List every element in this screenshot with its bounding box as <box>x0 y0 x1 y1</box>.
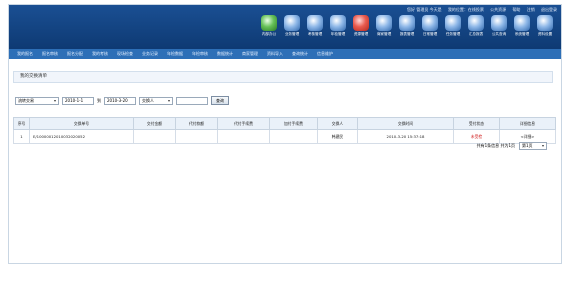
nav-item[interactable]: 年检审核 <box>190 49 210 59</box>
chevron-down-icon: ▾ <box>541 143 544 148</box>
exchange-time: 2010-3-20 15:37:18 <box>357 129 454 144</box>
toolbar-item-label: 日常管理 <box>422 32 438 36</box>
toolbar-item-label: 商家管理 <box>376 32 392 36</box>
cell <box>133 129 176 144</box>
module-icon <box>399 15 415 31</box>
nav-item[interactable]: 信息维护 <box>315 49 335 59</box>
toolbar-item[interactable]: 报表管理 <box>397 15 417 37</box>
exchanger-name: 韩建民 <box>317 129 358 144</box>
column-header: 代付款额 <box>175 117 218 130</box>
nav-item[interactable]: 查询统计 <box>290 49 310 59</box>
toolbar-item[interactable]: 业务管理 <box>282 15 302 37</box>
module-toolbar: 内部办公 业务管理 考核管理 年检管理 资源管理 商家管理 报表管理 日常管理 任务管理 汇总报表… <box>259 15 555 37</box>
pager-summary: 共有1条信息 共为1页 <box>476 143 515 148</box>
module-icon <box>537 15 553 31</box>
toolbar-item[interactable]: 系统管理 <box>512 15 532 37</box>
date-to-field[interactable]: 2010-3-20 <box>104 96 136 105</box>
header-bar: 您好 管理员 今天是 我的位置：在线投票 公共资源 帮助 注销 退出登录 内部办… <box>9 5 561 49</box>
toolbar-item[interactable]: 资料设置 <box>535 15 555 37</box>
column-header: 代付手续费 <box>217 117 270 130</box>
top-link[interactable]: 帮助 <box>512 7 520 12</box>
column-header: 详细信息 <box>499 117 556 130</box>
pagination: 共有1条信息 共为1页 第1页 ▾ <box>477 142 547 150</box>
cell <box>217 129 270 144</box>
top-link[interactable]: 您好 管理员 今天是 <box>407 7 442 12</box>
module-icon <box>261 15 277 31</box>
toolbar-item-label: 年检管理 <box>330 32 346 36</box>
status-select[interactable]: 交换人 ▾ <box>139 96 173 105</box>
toolbar-item-label: 资源管理 <box>353 32 369 36</box>
module-icon <box>376 15 392 31</box>
toolbar-item-label: 资料设置 <box>537 32 553 36</box>
nav-item[interactable]: 资料导入 <box>265 49 285 59</box>
exchange-number: E/10000012010032020052 <box>29 129 134 144</box>
date-from-field[interactable]: 2010-1-1 <box>62 96 94 105</box>
nav-item[interactable]: 商家管理 <box>240 49 260 59</box>
toolbar-item[interactable]: 年检管理 <box>328 15 348 37</box>
module-icon <box>307 15 323 31</box>
table-row: 1 E/10000012010032020052 韩建民 2010-3-20 1… <box>13 129 556 144</box>
toolbar-item[interactable]: 资源管理 <box>351 15 371 37</box>
column-header: 交付金额 <box>133 117 176 130</box>
column-header: 交换人 <box>317 117 358 130</box>
date-range-label: 到 <box>97 97 101 103</box>
keyword-input[interactable] <box>176 96 208 105</box>
column-header: 交换时间 <box>357 117 454 130</box>
toolbar-item[interactable]: 内部办公 <box>259 15 279 37</box>
cell <box>175 129 218 144</box>
module-icon <box>491 15 507 31</box>
module-icon <box>445 15 461 31</box>
search-button[interactable]: 查询 <box>211 96 229 105</box>
module-icon <box>284 15 300 31</box>
toolbar-item[interactable]: 日常管理 <box>420 15 440 37</box>
toolbar-item-label: 报表管理 <box>399 32 415 36</box>
toolbar-item-label: 任务管理 <box>445 32 461 36</box>
module-icon <box>514 15 530 31</box>
page-title: 我的交换清单 <box>13 71 553 83</box>
toolbar-item[interactable]: 任务管理 <box>443 15 463 37</box>
column-header: 交换单号 <box>29 117 134 130</box>
nav-item[interactable]: 年检数据 <box>165 49 185 59</box>
main-nav: 我的报名 报名审核 报名分配 我的考核 现场检查 业务记录 年检数据 年检审核 数据统计 商家管理… <box>9 49 561 59</box>
toolbar-item-label: 考核管理 <box>307 32 323 36</box>
exchange-table: 序号 交换单号 交付金额 代付款额 代付手续费 加付手续费 交换人 交换时间 受… <box>13 117 556 144</box>
module-icon <box>330 15 346 31</box>
nav-item[interactable]: 我的报名 <box>15 49 35 59</box>
toolbar-item[interactable]: 商家管理 <box>374 15 394 37</box>
module-icon <box>353 15 369 31</box>
nav-item[interactable]: 我的考核 <box>90 49 110 59</box>
type-select[interactable]: 流转交易 ▾ <box>15 96 59 105</box>
top-link[interactable]: 退出登录 <box>541 7 557 12</box>
chevron-down-icon: ▾ <box>167 97 170 103</box>
module-icon <box>422 15 438 31</box>
nav-item[interactable]: 数据统计 <box>215 49 235 59</box>
module-icon <box>468 15 484 31</box>
column-header: 受付状态 <box>453 117 500 130</box>
toolbar-item-label: 系统管理 <box>514 32 530 36</box>
toolbar-item[interactable]: 考核管理 <box>305 15 325 37</box>
top-link[interactable]: 注销 <box>527 7 535 12</box>
column-header: 加付手续费 <box>269 117 318 130</box>
toolbar-item-label: 内部办公 <box>261 32 277 36</box>
toolbar-item-label: 公共查询 <box>491 32 507 36</box>
top-link[interactable]: 我的位置：在线投票 <box>448 7 484 12</box>
nav-item[interactable]: 报名审核 <box>40 49 60 59</box>
page-select[interactable]: 第1页 ▾ <box>519 142 547 150</box>
nav-item[interactable]: 业务记录 <box>140 49 160 59</box>
toolbar-item-label: 汇总报表 <box>468 32 484 36</box>
top-link[interactable]: 公共资源 <box>490 7 506 12</box>
nav-item[interactable]: 现场检查 <box>115 49 135 59</box>
column-header: 序号 <box>13 117 30 130</box>
toolbar-item[interactable]: 汇总报表 <box>466 15 486 37</box>
table-header-row: 序号 交换单号 交付金额 代付款额 代付手续费 加付手续费 交换人 交换时间 受… <box>13 117 556 130</box>
nav-item[interactable]: 报名分配 <box>65 49 85 59</box>
chevron-down-icon: ▾ <box>53 97 56 103</box>
top-links: 您好 管理员 今天是 我的位置：在线投票 公共资源 帮助 注销 退出登录 <box>402 7 557 13</box>
app-window: 您好 管理员 今天是 我的位置：在线投票 公共资源 帮助 注销 退出登录 内部办… <box>8 4 562 264</box>
toolbar-item[interactable]: 公共查询 <box>489 15 509 37</box>
row-index: 1 <box>13 129 30 144</box>
filter-bar: 流转交易 ▾ 2010-1-1 到 2010-3-20 交换人 ▾ 查询 <box>15 96 229 105</box>
toolbar-item-label: 业务管理 <box>284 32 300 36</box>
cell <box>269 129 318 144</box>
